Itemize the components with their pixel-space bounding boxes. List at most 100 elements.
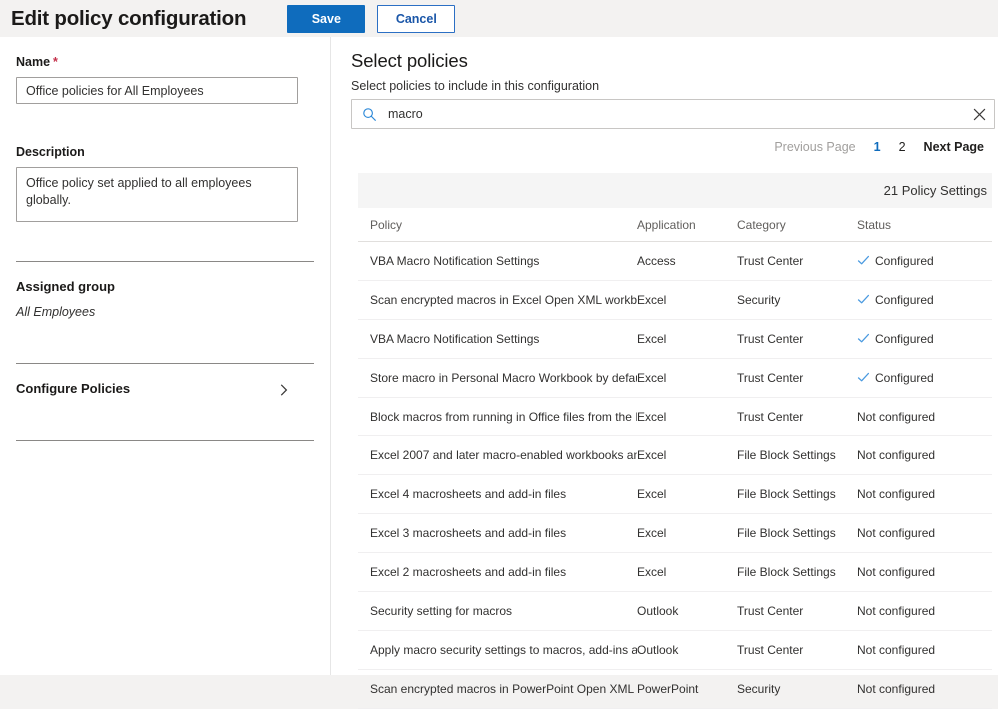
status-badge: Not configured bbox=[857, 526, 935, 540]
name-label-text: Name bbox=[16, 55, 50, 69]
name-input[interactable] bbox=[16, 77, 298, 104]
status-badge: Configured bbox=[875, 254, 934, 268]
cell-category: Trust Center bbox=[737, 410, 857, 424]
table-row[interactable]: VBA Macro Notification SettingsExcelTrus… bbox=[358, 320, 992, 359]
divider-2 bbox=[16, 363, 314, 364]
table-row[interactable]: Block macros from running in Office file… bbox=[358, 398, 992, 437]
status-badge: Not configured bbox=[857, 487, 935, 501]
cell-status: Not configured bbox=[857, 682, 992, 696]
cell-status: Not configured bbox=[857, 604, 992, 618]
cell-policy: Block macros from running in Office file… bbox=[358, 410, 637, 424]
status-badge: Not configured bbox=[857, 410, 935, 424]
search-input[interactable] bbox=[377, 99, 964, 129]
status-badge: Configured bbox=[875, 293, 934, 307]
check-icon bbox=[857, 254, 870, 267]
cell-status: Not configured bbox=[857, 410, 992, 424]
divider-3 bbox=[16, 440, 314, 441]
page-title: Edit policy configuration bbox=[11, 7, 246, 31]
description-input[interactable] bbox=[16, 167, 298, 222]
status-badge: Configured bbox=[875, 332, 934, 346]
cell-category: File Block Settings bbox=[737, 448, 857, 462]
assigned-group-value: All Employees bbox=[16, 305, 314, 319]
select-policies-title: Select policies bbox=[351, 50, 468, 72]
cell-application: Excel bbox=[637, 293, 737, 307]
name-label: Name* bbox=[16, 55, 314, 69]
configuration-details-panel: Name* Description Assigned group All Emp… bbox=[0, 37, 331, 675]
required-asterisk: * bbox=[53, 55, 58, 69]
cell-category: File Block Settings bbox=[737, 487, 857, 501]
table-row[interactable]: Apply macro security settings to macros,… bbox=[358, 631, 992, 670]
configure-policies-label: Configure Policies bbox=[16, 381, 130, 396]
policy-search-box[interactable] bbox=[351, 99, 995, 129]
cell-policy: Apply macro security settings to macros,… bbox=[358, 643, 637, 657]
policy-count-label: 21 Policy Settings bbox=[884, 183, 987, 198]
previous-page-button[interactable]: Previous Page bbox=[765, 137, 864, 157]
column-header-application[interactable]: Application bbox=[637, 218, 737, 232]
cell-application: Access bbox=[637, 254, 737, 268]
select-policies-panel: Select policies Select policies to inclu… bbox=[332, 37, 998, 675]
search-icon bbox=[362, 107, 377, 122]
description-label: Description bbox=[16, 145, 314, 159]
save-button[interactable]: Save bbox=[287, 5, 365, 33]
cell-application: PowerPoint bbox=[637, 682, 737, 696]
cell-application: Excel bbox=[637, 526, 737, 540]
table-row[interactable]: Excel 4 macrosheets and add-in filesExce… bbox=[358, 475, 992, 514]
cell-application: Excel bbox=[637, 487, 737, 501]
check-icon bbox=[857, 293, 870, 306]
table-row[interactable]: Store macro in Personal Macro Workbook b… bbox=[358, 359, 992, 398]
pagination: Previous Page 1 2 Next Page bbox=[765, 137, 993, 157]
edit-policy-configuration-page: Edit policy configuration Save Cancel Na… bbox=[0, 0, 998, 675]
cell-policy: Excel 2007 and later macro-enabled workb… bbox=[358, 448, 637, 462]
cell-application: Excel bbox=[637, 332, 737, 346]
cell-application: Excel bbox=[637, 448, 737, 462]
table-row[interactable]: Scan encrypted macros in PowerPoint Open… bbox=[358, 670, 992, 709]
table-header-row: Policy Application Category Status bbox=[358, 208, 992, 242]
divider-1 bbox=[16, 261, 314, 262]
column-header-category[interactable]: Category bbox=[737, 218, 857, 232]
cell-status: Configured bbox=[857, 332, 992, 346]
cell-category: File Block Settings bbox=[737, 565, 857, 579]
status-badge: Not configured bbox=[857, 682, 935, 696]
cell-category: Trust Center bbox=[737, 604, 857, 618]
cell-policy: VBA Macro Notification Settings bbox=[358, 254, 637, 268]
cell-policy: Excel 2 macrosheets and add-in files bbox=[358, 565, 637, 579]
cell-category: File Block Settings bbox=[737, 526, 857, 540]
column-header-status[interactable]: Status bbox=[857, 218, 992, 232]
cell-policy: Excel 4 macrosheets and add-in files bbox=[358, 487, 637, 501]
cell-application: Excel bbox=[637, 565, 737, 579]
close-icon[interactable] bbox=[964, 100, 994, 128]
cell-application: Outlook bbox=[637, 643, 737, 657]
table-row[interactable]: Scan encrypted macros in Excel Open XML … bbox=[358, 281, 992, 320]
status-badge: Not configured bbox=[857, 643, 935, 657]
table-row[interactable]: Excel 3 macrosheets and add-in filesExce… bbox=[358, 514, 992, 553]
cell-policy: Excel 3 macrosheets and add-in files bbox=[358, 526, 637, 540]
cell-status: Not configured bbox=[857, 643, 992, 657]
cell-status: Configured bbox=[857, 293, 992, 307]
table-row[interactable]: Excel 2007 and later macro-enabled workb… bbox=[358, 436, 992, 475]
cell-policy: Scan encrypted macros in Excel Open XML … bbox=[358, 293, 637, 307]
next-page-button[interactable]: Next Page bbox=[915, 137, 993, 157]
cell-status: Not configured bbox=[857, 565, 992, 579]
chevron-right-icon bbox=[278, 383, 290, 395]
table-row[interactable]: Security setting for macrosOutlookTrust … bbox=[358, 592, 992, 631]
status-badge: Not configured bbox=[857, 448, 935, 462]
cell-status: Not configured bbox=[857, 448, 992, 462]
page-button-1[interactable]: 1 bbox=[865, 137, 890, 157]
column-header-policy[interactable]: Policy bbox=[358, 218, 637, 232]
cell-status: Configured bbox=[857, 371, 992, 385]
cell-status: Not configured bbox=[857, 526, 992, 540]
cancel-button[interactable]: Cancel bbox=[377, 5, 455, 33]
cell-policy: VBA Macro Notification Settings bbox=[358, 332, 637, 346]
top-command-bar: Edit policy configuration Save Cancel bbox=[0, 0, 998, 37]
cell-category: Trust Center bbox=[737, 254, 857, 268]
cell-category: Security bbox=[737, 682, 857, 696]
page-button-2[interactable]: 2 bbox=[890, 137, 915, 157]
assigned-group-label: Assigned group bbox=[16, 279, 314, 294]
status-badge: Configured bbox=[875, 371, 934, 385]
table-row[interactable]: Excel 2 macrosheets and add-in filesExce… bbox=[358, 553, 992, 592]
check-icon bbox=[857, 371, 870, 384]
table-row[interactable]: VBA Macro Notification SettingsAccessTru… bbox=[358, 242, 992, 281]
configure-policies-row[interactable]: Configure Policies bbox=[16, 381, 314, 396]
cell-policy: Store macro in Personal Macro Workbook b… bbox=[358, 371, 637, 385]
cell-policy: Security setting for macros bbox=[358, 604, 637, 618]
